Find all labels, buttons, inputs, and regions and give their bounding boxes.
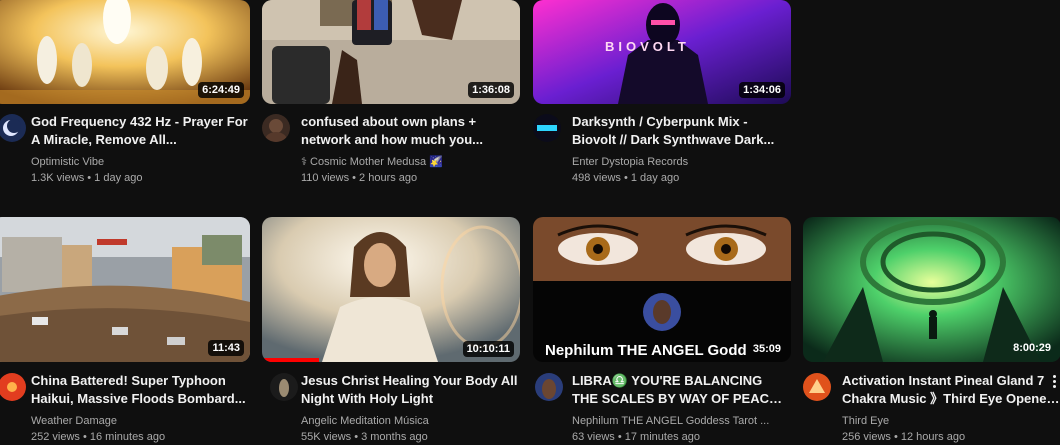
watch-progress-bar bbox=[262, 358, 319, 362]
channel-avatar[interactable] bbox=[535, 373, 563, 401]
channel-name[interactable]: Weather Damage bbox=[31, 413, 249, 429]
video-thumbnail[interactable]: BIOVOLT 1:34:06 bbox=[533, 0, 791, 104]
video-thumbnail[interactable]: 11:43 bbox=[0, 217, 250, 362]
video-thumbnail[interactable]: 6:24:49 bbox=[0, 0, 250, 104]
channel-name[interactable]: Enter Dystopia Records bbox=[572, 154, 790, 170]
channel-name[interactable]: ⚕ Cosmic Mother Medusa 🌠 bbox=[301, 154, 519, 170]
video-thumbnail[interactable]: 10:10:11 bbox=[262, 217, 520, 362]
channel-avatar[interactable] bbox=[270, 373, 298, 401]
video-thumbnail[interactable]: Nephilum THE ANGEL Godd 35:09 bbox=[533, 217, 791, 362]
video-stats: 55K views • 3 months ago bbox=[301, 431, 428, 443]
thumbnail-text: BIOVOLT bbox=[605, 39, 690, 54]
video-title[interactable]: Jesus Christ Healing Your Body All Night… bbox=[301, 372, 519, 408]
channel-name[interactable]: Nephilum THE ANGEL Goddess Tarot ... bbox=[572, 413, 790, 429]
video-stats: 1.3K views • 1 day ago bbox=[31, 172, 143, 184]
channel-avatar[interactable] bbox=[0, 373, 26, 401]
channel-name[interactable]: Optimistic Vibe bbox=[31, 154, 249, 170]
video-thumbnail[interactable]: 8:00:29 bbox=[803, 217, 1060, 362]
video-duration: 35:09 bbox=[752, 343, 781, 355]
video-title[interactable]: confused about own plans + network and h… bbox=[301, 113, 519, 149]
video-title[interactable]: China Battered! Super Typhoon Haikui, Ma… bbox=[31, 372, 249, 408]
video-title[interactable]: Activation Instant Pineal Gland 7 Chakra… bbox=[842, 372, 1060, 408]
video-title[interactable]: Darksynth / Cyberpunk Mix - Biovolt // D… bbox=[572, 113, 790, 149]
channel-avatar[interactable] bbox=[0, 114, 26, 142]
video-thumbnail[interactable]: 1:36:08 bbox=[262, 0, 520, 104]
channel-name[interactable]: Angelic Meditation Música bbox=[301, 413, 519, 429]
video-stats: 256 views • 12 hours ago bbox=[842, 431, 966, 443]
channel-avatar[interactable] bbox=[533, 114, 561, 142]
video-duration: 10:10:11 bbox=[462, 341, 514, 357]
video-title[interactable]: LIBRA♎ YOU'RE BALANCING THE SCALES BY WA… bbox=[572, 372, 790, 408]
video-stats: 110 views • 2 hours ago bbox=[301, 172, 418, 184]
more-options-icon[interactable] bbox=[1048, 373, 1060, 393]
video-stats: 498 views • 1 day ago bbox=[572, 172, 680, 184]
channel-name[interactable]: Third Eye bbox=[842, 413, 1060, 429]
video-stats: 252 views • 16 minutes ago bbox=[31, 431, 166, 443]
channel-avatar[interactable] bbox=[803, 373, 831, 401]
thumbnail-text: Nephilum THE ANGEL Godd bbox=[545, 342, 747, 359]
video-duration: 1:36:08 bbox=[468, 82, 514, 98]
video-duration: 8:00:29 bbox=[1013, 342, 1051, 354]
channel-avatar[interactable] bbox=[262, 114, 290, 142]
video-title[interactable]: God Frequency 432 Hz - Prayer For A Mira… bbox=[31, 113, 249, 149]
video-duration: 1:34:06 bbox=[739, 82, 785, 98]
video-duration: 11:43 bbox=[208, 340, 244, 356]
video-stats: 63 views • 17 minutes ago bbox=[572, 431, 700, 443]
video-duration: 6:24:49 bbox=[198, 82, 244, 98]
